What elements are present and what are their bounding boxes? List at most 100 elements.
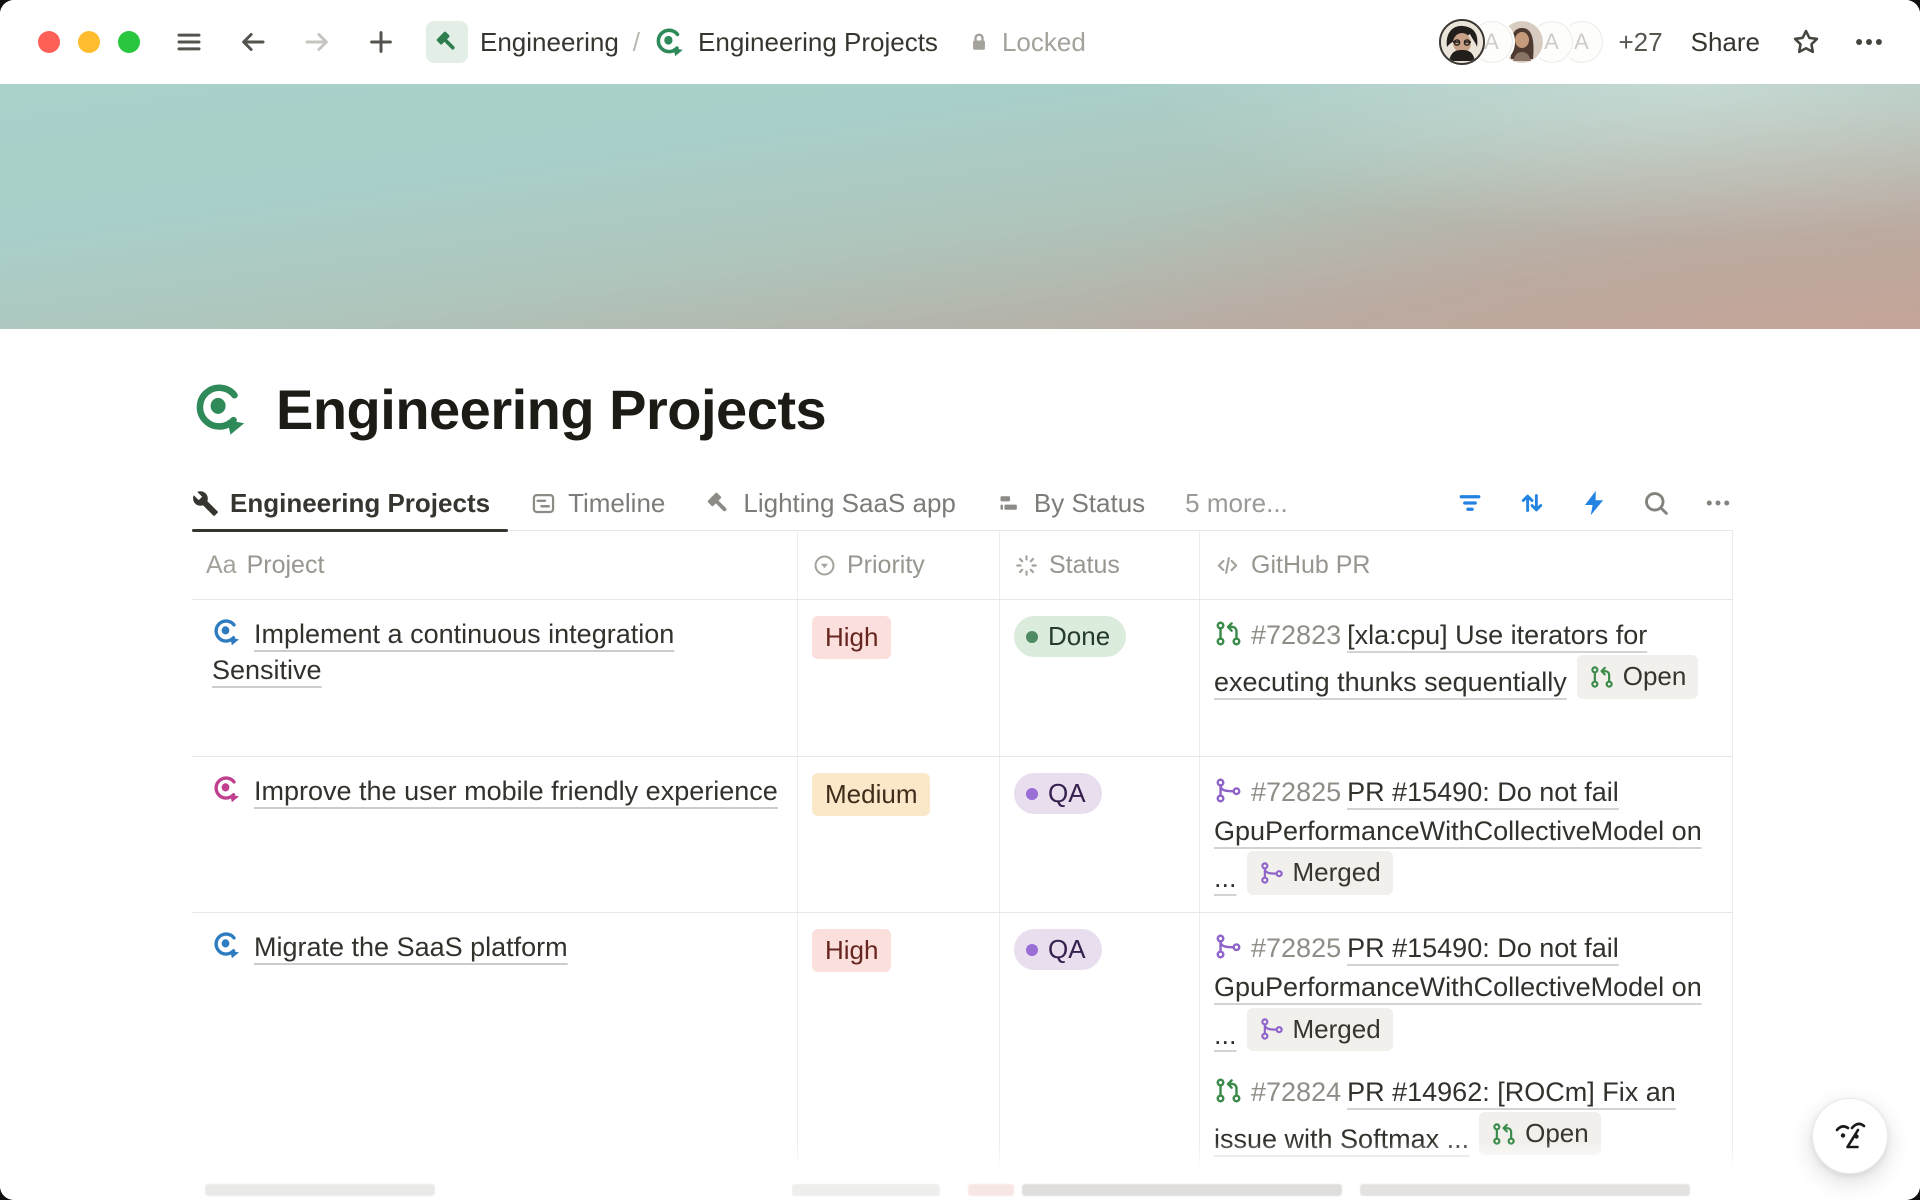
pr-number: #72824 bbox=[1251, 1077, 1341, 1107]
zoom-window-button[interactable] bbox=[118, 31, 140, 53]
status-label: QA bbox=[1048, 778, 1086, 809]
ghost-text bbox=[1360, 1184, 1690, 1196]
pr-state-badge[interactable]: Open bbox=[1577, 655, 1699, 699]
cell-status: Done bbox=[1000, 600, 1200, 756]
pr-number: #72825 bbox=[1251, 933, 1341, 963]
status-badge[interactable]: QA bbox=[1014, 929, 1102, 970]
select-property-icon bbox=[812, 553, 837, 578]
tab-by-status[interactable]: By Status bbox=[996, 476, 1145, 530]
nav-forward-button[interactable] bbox=[302, 27, 332, 57]
pr-entry: #72825PR #15490: Do not fail GpuPerforma… bbox=[1214, 929, 1718, 1054]
share-button[interactable]: Share bbox=[1691, 27, 1760, 58]
cell-project: Implement a continuous integration Sensi… bbox=[192, 600, 798, 756]
tab-engineering-projects[interactable]: Engineering Projects bbox=[192, 476, 490, 530]
close-window-button[interactable] bbox=[38, 31, 60, 53]
table-row: Improve the user mobile friendly experie… bbox=[192, 757, 1733, 913]
code-property-icon bbox=[1214, 552, 1241, 579]
priority-badge[interactable]: High bbox=[812, 929, 891, 972]
cell-github-pr: #72825PR #15490: Do not fail GpuPerforma… bbox=[1200, 757, 1733, 912]
workspace-icon[interactable] bbox=[426, 21, 468, 63]
new-tab-button[interactable] bbox=[366, 27, 396, 57]
ai-face-icon bbox=[1830, 1116, 1870, 1156]
filter-button[interactable] bbox=[1455, 488, 1485, 518]
column-header-project[interactable]: Aa Project bbox=[192, 531, 798, 599]
pr-entry: #72823[xla:cpu] Use iterators for execut… bbox=[1214, 616, 1718, 702]
pr-state-badge[interactable]: Merged bbox=[1247, 1008, 1393, 1052]
status-spinner-icon bbox=[1014, 553, 1039, 578]
column-label: GitHub PR bbox=[1251, 551, 1370, 580]
avatar-initial: A bbox=[1484, 29, 1499, 55]
arrow-right-icon bbox=[302, 27, 332, 57]
sidebar-menu-button[interactable] bbox=[174, 27, 204, 57]
hammer-icon bbox=[434, 29, 460, 55]
locked-indicator[interactable]: Locked bbox=[966, 27, 1086, 58]
column-label: Priority bbox=[847, 551, 925, 580]
sync-page-icon bbox=[654, 26, 686, 58]
macos-traffic-lights bbox=[38, 31, 140, 53]
column-header-status[interactable]: Status bbox=[1000, 531, 1200, 599]
project-page-link[interactable]: Implement a continuous integration Sensi… bbox=[212, 619, 674, 685]
column-header-priority[interactable]: Priority bbox=[798, 531, 1000, 599]
table-row: Implement a continuous integration Sensi… bbox=[192, 600, 1733, 757]
status-dot bbox=[1026, 788, 1038, 800]
ellipsis-icon bbox=[1703, 488, 1733, 518]
status-badge[interactable]: Done bbox=[1014, 616, 1126, 657]
cell-project: Improve the user mobile friendly experie… bbox=[192, 757, 798, 912]
view-toolbar bbox=[1455, 488, 1733, 518]
titlebar-actions: A A A +27 Share bbox=[1439, 19, 1887, 65]
view-options-button[interactable] bbox=[1703, 488, 1733, 518]
avatar-initial: A bbox=[1544, 29, 1559, 55]
notion-ai-button[interactable] bbox=[1812, 1098, 1888, 1174]
pull-request-icon bbox=[1589, 664, 1615, 690]
project-page-link[interactable]: Improve the user mobile friendly experie… bbox=[254, 776, 778, 806]
table-header: Aa Project Priority Status GitHub PR bbox=[192, 531, 1733, 600]
lightning-icon bbox=[1579, 488, 1609, 518]
git-merge-icon bbox=[1214, 932, 1243, 961]
nav-back-button[interactable] bbox=[238, 27, 268, 57]
tab-label: Lighting SaaS app bbox=[743, 488, 956, 519]
hamburger-icon bbox=[174, 27, 204, 57]
favorite-button[interactable] bbox=[1790, 26, 1822, 58]
wrench-icon bbox=[192, 490, 219, 517]
avatar[interactable] bbox=[1439, 19, 1485, 65]
more-views-button[interactable]: 5 more... bbox=[1185, 488, 1288, 519]
page-icon-sync[interactable] bbox=[192, 380, 250, 438]
star-icon bbox=[1790, 26, 1822, 58]
tab-lighting-saas-app[interactable]: Lighting SaaS app bbox=[705, 476, 956, 530]
page-title-row: Engineering Projects bbox=[192, 366, 1733, 452]
project-page-link[interactable]: Migrate the SaaS platform bbox=[254, 932, 568, 962]
priority-badge[interactable]: High bbox=[812, 616, 891, 659]
cell-status: QA bbox=[1000, 757, 1200, 912]
column-label: Status bbox=[1049, 551, 1120, 580]
automations-button[interactable] bbox=[1579, 488, 1609, 518]
tab-label: By Status bbox=[1034, 488, 1145, 519]
column-label: Project bbox=[247, 551, 325, 580]
sort-button[interactable] bbox=[1517, 488, 1547, 518]
locked-label: Locked bbox=[1002, 27, 1086, 58]
collaborators-overflow-count[interactable]: +27 bbox=[1619, 27, 1663, 58]
git-merge-icon bbox=[1214, 776, 1243, 805]
status-badge[interactable]: QA bbox=[1014, 773, 1102, 814]
sort-arrows-icon bbox=[1517, 488, 1547, 518]
sync-page-icon bbox=[212, 774, 242, 804]
more-options-button[interactable] bbox=[1852, 25, 1886, 59]
tab-timeline[interactable]: Timeline bbox=[530, 476, 665, 530]
column-header-github-pr[interactable]: GitHub PR bbox=[1200, 531, 1733, 599]
git-merge-icon bbox=[1259, 860, 1285, 886]
breadcrumb-root[interactable]: Engineering bbox=[480, 27, 619, 58]
avatar-initial: A bbox=[1574, 29, 1589, 55]
page-title[interactable]: Engineering Projects bbox=[276, 377, 826, 442]
breadcrumb-page[interactable]: Engineering Projects bbox=[698, 27, 938, 58]
priority-badge[interactable]: Medium bbox=[812, 773, 930, 816]
pr-number: #72825 bbox=[1251, 777, 1341, 807]
minimize-window-button[interactable] bbox=[78, 31, 100, 53]
pr-state-label: Merged bbox=[1293, 1011, 1381, 1049]
cell-priority: Medium bbox=[798, 757, 1000, 912]
page-content: Engineering Projects Engineering Project… bbox=[192, 366, 1733, 1173]
pr-state-badge[interactable]: Merged bbox=[1247, 851, 1393, 895]
pull-request-icon bbox=[1214, 1076, 1243, 1105]
search-button[interactable] bbox=[1641, 488, 1671, 518]
text-property-icon: Aa bbox=[206, 551, 237, 580]
collaborator-avatars: A A A bbox=[1439, 19, 1605, 65]
pr-state-label: Open bbox=[1623, 658, 1687, 696]
